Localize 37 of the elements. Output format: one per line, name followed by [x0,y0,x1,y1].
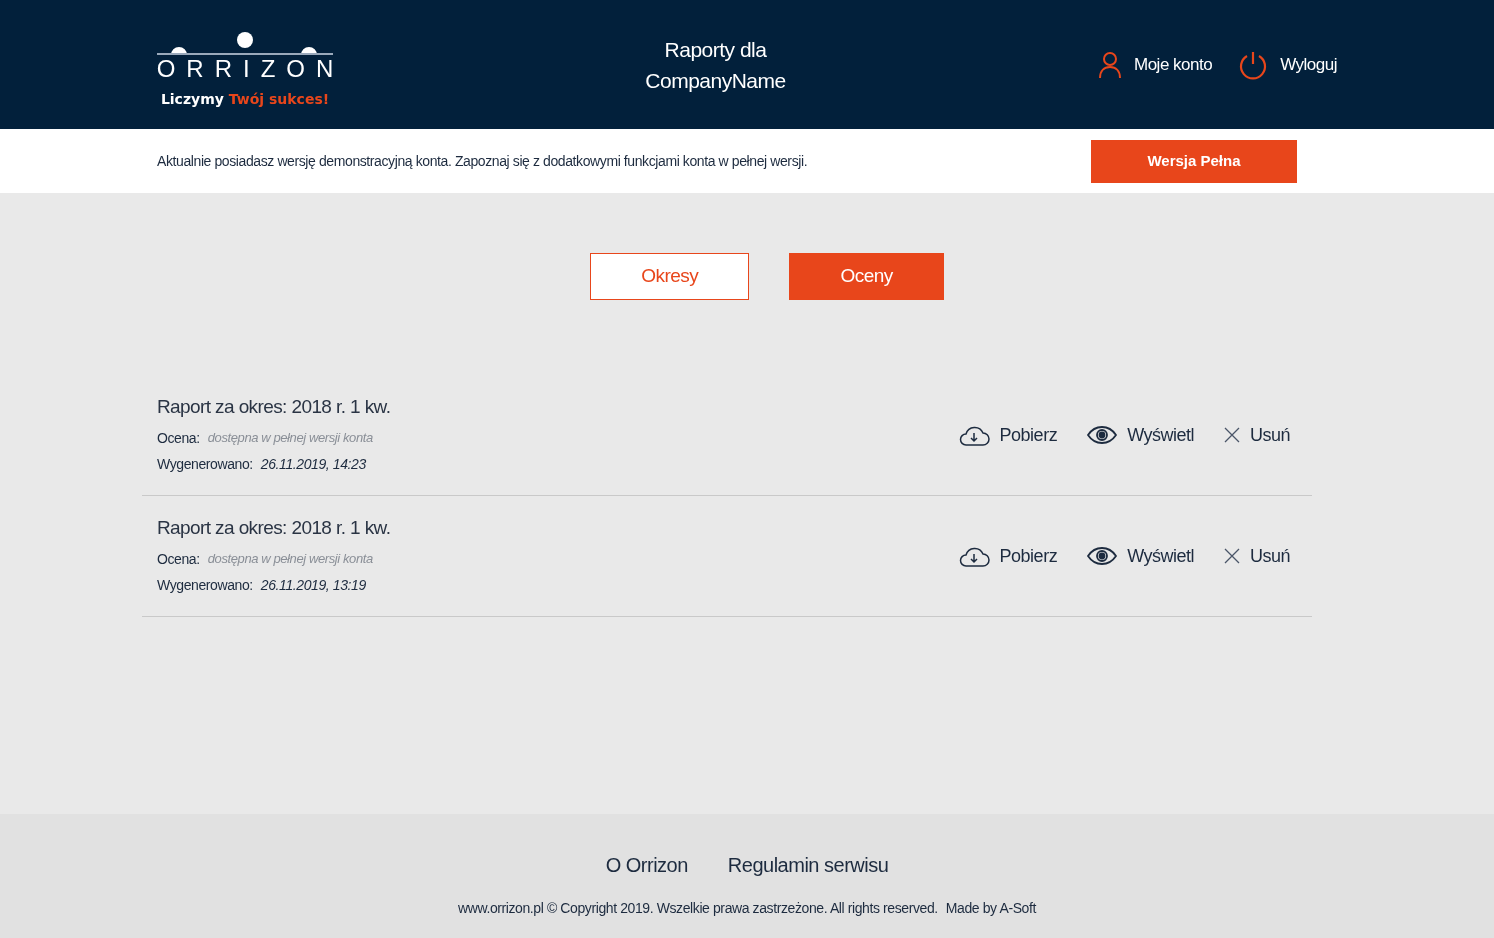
cloud-download-icon [957,545,990,567]
field-value: dostępna w pełnej wersji konta [207,550,373,569]
page-title: Raporty dla CompanyName [644,36,787,94]
report-title: Raport za okres: 2018 r. 1 kw. [157,394,391,419]
logo-tagline: Liczymy Twój sukces! [160,90,330,109]
field-label: Wygenerowano: [157,455,253,475]
field-label: Ocena: [157,429,200,449]
account-link[interactable]: Moje konto [1098,50,1213,79]
user-icon [1098,50,1122,79]
close-icon [1223,548,1240,564]
field-label: Ocena: [157,550,200,570]
footer-link[interactable]: Regulamin serwisu [727,850,889,880]
view-button[interactable]: Wyświetl [1087,421,1194,449]
tab[interactable]: Okresy [590,253,750,300]
report-title: Raport za okres: 2018 r. 1 kw. [157,515,391,540]
close-icon [1223,427,1240,443]
power-icon [1238,49,1269,80]
logo-wordmark: ORRIZON [155,57,345,81]
delete-button[interactable]: Usuń [1223,542,1290,570]
eye-icon [1087,426,1118,444]
full-version-button[interactable]: Wersja Pełna [1091,139,1297,183]
delete-button[interactable]: Usuń [1223,421,1290,449]
field-value: 26.11.2019, 13:19 [260,576,366,596]
footer-link[interactable]: O Orrizon [605,850,688,880]
cloud-download-icon [957,424,990,446]
tab[interactable]: Oceny [789,253,944,300]
demo-notice: Aktualnie posiadasz wersję demonstracyjną konta. Zapoznaj się z dodatkowymi funkcjami konta w pełnej wersji. [157,151,808,171]
credit-link[interactable]: Made by A-Soft [945,898,1036,919]
download-button[interactable]: Pobierz [957,542,1058,570]
view-button[interactable]: Wyświetl [1087,542,1194,570]
field-value: 26.11.2019, 14:23 [260,455,366,475]
copyright-text: www.orrizon.pl © Copyright 2019. Wszelkie prawa zastrzeżone. All rights reserved. [458,899,938,918]
download-button[interactable]: Pobierz [957,421,1058,449]
logout-link[interactable]: Wyloguj [1238,49,1337,80]
field-value: dostępna w pełnej wersji konta [207,429,373,448]
eye-icon [1087,547,1118,565]
field-label: Wygenerowano: [157,576,253,596]
